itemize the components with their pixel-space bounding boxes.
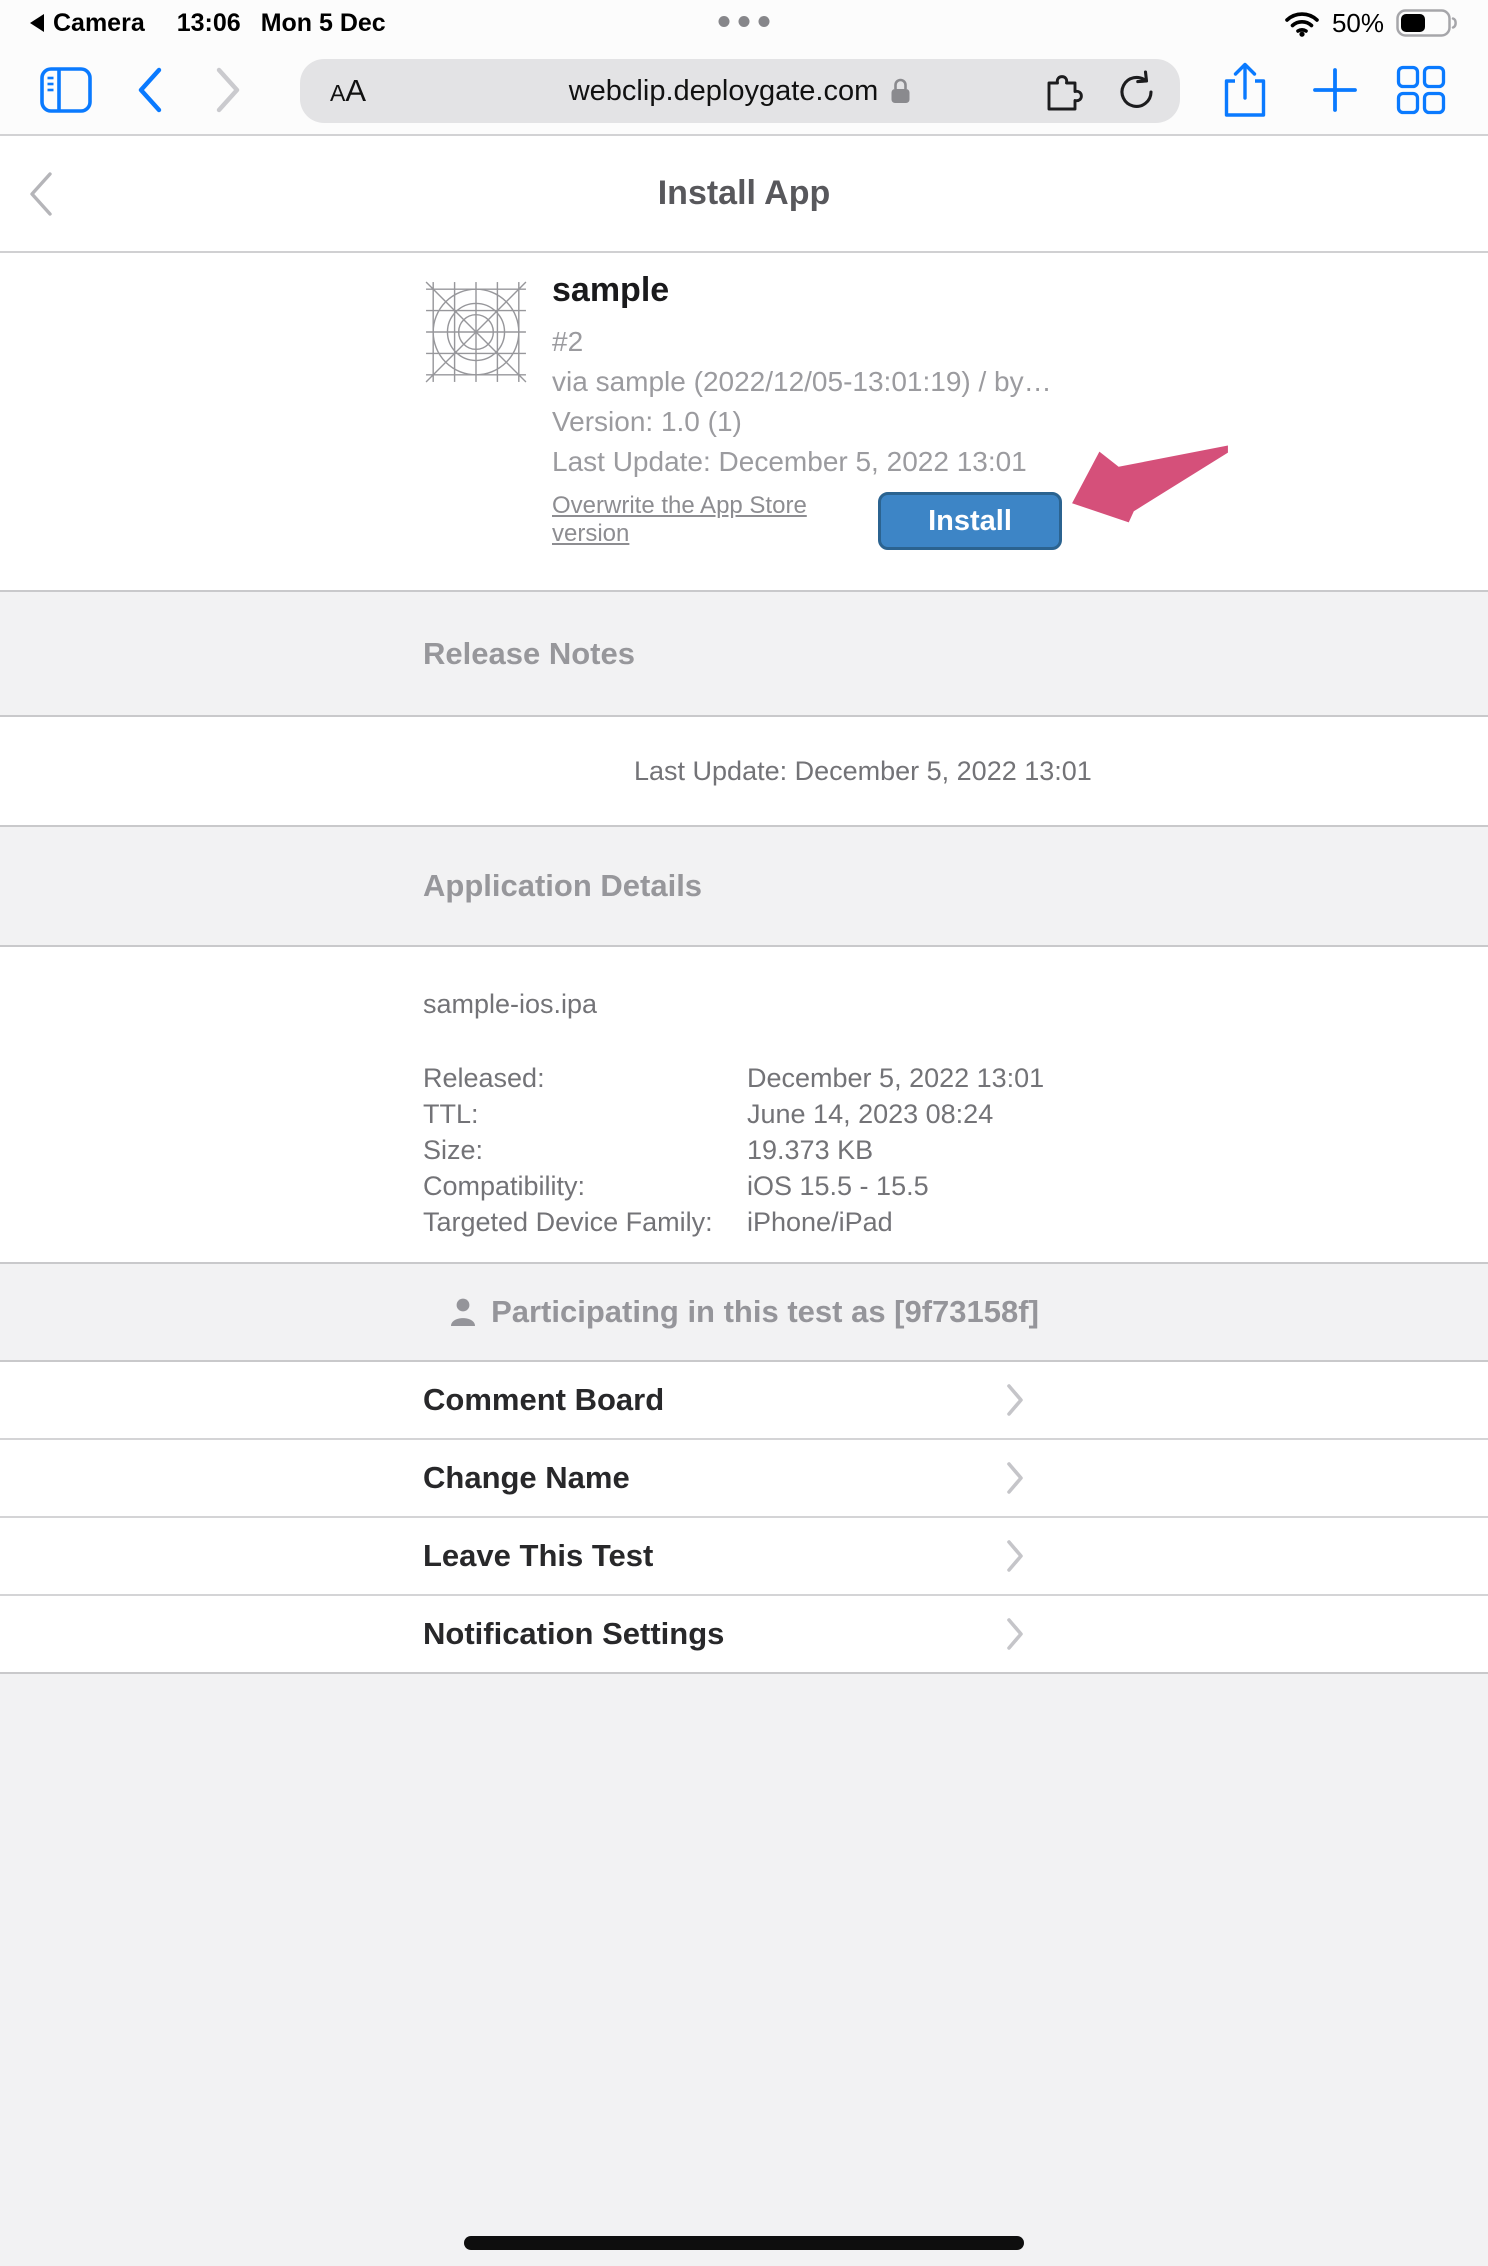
detail-row-ttl: TTL: June 14, 2023 08:24 <box>423 1096 1488 1132</box>
chevron-right-icon <box>1006 1539 1024 1573</box>
address-bar[interactable]: AA webclip.deploygate.com <box>300 59 1180 123</box>
page-title: Install App <box>658 174 831 213</box>
detail-row-size: Size: 19.373 KB <box>423 1132 1488 1168</box>
detail-value: iOS 15.5 - 15.5 <box>747 1168 929 1204</box>
back-triangle-icon <box>30 14 44 32</box>
person-icon <box>449 1297 477 1327</box>
detail-label: Compatibility: <box>423 1168 747 1204</box>
battery-icon <box>1396 9 1458 37</box>
participation-text: Participating in this test as [9f73158f] <box>491 1294 1039 1330</box>
page-footer <box>0 1674 1488 2266</box>
menu-item-label: Leave This Test <box>423 1538 653 1574</box>
forward-button[interactable] <box>214 66 242 114</box>
detail-value: December 5, 2022 13:01 <box>747 1060 1044 1096</box>
wifi-icon <box>1284 10 1320 37</box>
menu-item-notification-settings[interactable]: Notification Settings <box>0 1596 1488 1674</box>
new-tab-plus-button[interactable] <box>1312 67 1358 113</box>
detail-label: TTL: <box>423 1096 747 1132</box>
actions-menu: Comment Board Change Name Leave This Tes… <box>0 1362 1488 1674</box>
status-bar-right: 50% <box>1284 8 1458 39</box>
page-header: Install App <box>0 136 1488 253</box>
app-install-section: sample #2 via sample (2022/12/05-13:01:1… <box>0 253 1488 590</box>
app-last-update: Last Update: December 5, 2022 13:01 <box>552 442 1112 482</box>
lock-icon <box>890 77 911 105</box>
url-text: webclip.deploygate.com <box>569 75 879 108</box>
tabs-overview-button[interactable] <box>1396 65 1446 115</box>
application-details-heading: Application Details <box>423 868 702 904</box>
address-bar-actions <box>1042 69 1158 113</box>
release-notes-heading: Release Notes <box>423 636 635 672</box>
menu-item-label: Notification Settings <box>423 1616 724 1652</box>
status-date: Mon 5 Dec <box>261 9 386 38</box>
menu-item-leave-this-test[interactable]: Leave This Test <box>0 1518 1488 1596</box>
app-name: sample <box>552 271 1112 310</box>
share-button[interactable] <box>1222 61 1268 119</box>
extensions-puzzle-button[interactable] <box>1042 70 1084 112</box>
overwrite-app-store-link[interactable]: Overwrite the App Store version <box>552 492 852 548</box>
home-indicator[interactable] <box>464 2236 1024 2250</box>
detail-row-device-family: Targeted Device Family: iPhone/iPad <box>423 1204 1488 1240</box>
app-placeholder-icon <box>423 279 529 385</box>
battery-percent: 50% <box>1332 8 1384 39</box>
detail-value: iPhone/iPad <box>747 1204 893 1240</box>
install-row: Overwrite the App Store version Install <box>552 492 1112 550</box>
detail-value: June 14, 2023 08:24 <box>747 1096 993 1132</box>
participation-band: Participating in this test as [9f73158f] <box>0 1262 1488 1362</box>
install-button[interactable]: Install <box>878 492 1062 550</box>
sidebar-button[interactable] <box>40 67 92 113</box>
back-to-camera-button[interactable]: Camera <box>30 9 145 38</box>
status-bar: Camera 13:06 Mon 5 Dec 50% <box>0 0 1488 46</box>
detail-row-compatibility: Compatibility: iOS 15.5 - 15.5 <box>423 1168 1488 1204</box>
detail-value: 19.373 KB <box>747 1132 873 1168</box>
app-version: Version: 1.0 (1) <box>552 402 1112 442</box>
status-bar-left: Camera 13:06 Mon 5 Dec <box>30 9 386 38</box>
page-back-button[interactable] <box>28 171 54 217</box>
annotation-arrow-icon <box>1066 443 1234 531</box>
back-button[interactable] <box>136 66 164 114</box>
application-details-band: Application Details <box>0 825 1488 947</box>
detail-label: Targeted Device Family: <box>423 1204 747 1240</box>
chevron-right-icon <box>1006 1617 1024 1651</box>
ipa-file-name: sample-ios.ipa <box>423 989 1488 1020</box>
application-details-table: sample-ios.ipa Released: December 5, 202… <box>0 947 1488 1262</box>
chevron-right-icon <box>1006 1383 1024 1417</box>
app-info: sample #2 via sample (2022/12/05-13:01:1… <box>552 271 1112 550</box>
back-app-label: Camera <box>53 9 145 38</box>
menu-item-comment-board[interactable]: Comment Board <box>0 1362 1488 1440</box>
app-build-number: #2 <box>552 322 1112 362</box>
detail-row-released: Released: December 5, 2022 13:01 <box>423 1060 1488 1096</box>
release-notes-last-update: Last Update: December 5, 2022 13:01 <box>634 756 1092 787</box>
menu-item-change-name[interactable]: Change Name <box>0 1440 1488 1518</box>
safari-toolbar: AA webclip.deploygate.com <box>0 46 1488 136</box>
detail-label: Size: <box>423 1132 747 1168</box>
detail-label: Released: <box>423 1060 747 1096</box>
release-notes-last-update-row: Last Update: December 5, 2022 13:01 <box>0 717 1488 825</box>
multitasking-dots-icon[interactable] <box>719 16 770 27</box>
chevron-right-icon <box>1006 1461 1024 1495</box>
reload-button[interactable] <box>1116 69 1158 113</box>
release-notes-band: Release Notes <box>0 590 1488 717</box>
menu-item-label: Comment Board <box>423 1382 664 1418</box>
app-via: via sample (2022/12/05-13:01:19) / by… <box>552 362 1112 402</box>
menu-item-label: Change Name <box>423 1460 630 1496</box>
safari-window: Camera 13:06 Mon 5 Dec 50% <box>0 0 1488 2266</box>
status-time: 13:06 <box>177 9 241 38</box>
